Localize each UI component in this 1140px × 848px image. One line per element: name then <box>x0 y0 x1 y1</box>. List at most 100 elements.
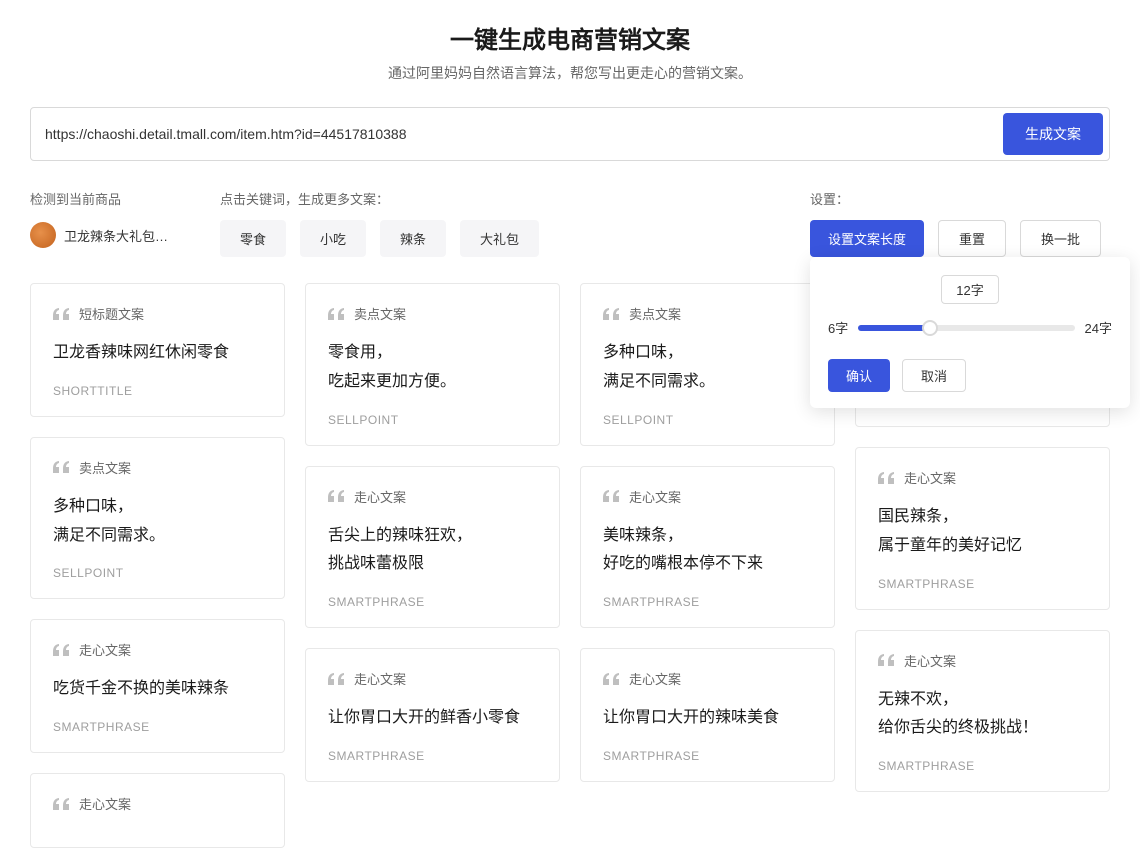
keyword-tag[interactable]: 小吃 <box>300 220 366 257</box>
keywords-section: 点击关键词，生成更多文案： 零食 小吃 辣条 大礼包 <box>220 189 770 257</box>
quote-icon <box>53 308 69 320</box>
card-header: 走心文案 <box>328 669 537 688</box>
card-body-text: 让你胃口大开的辣味美食 <box>603 704 812 733</box>
card-type-label: 走心文案 <box>354 669 406 688</box>
card-tag: SMARTPHRASE <box>53 720 262 734</box>
copy-card[interactable]: 走心文案让你胃口大开的辣味美食 SMARTPHRASE <box>580 648 835 782</box>
quote-icon <box>878 472 894 484</box>
card-body-text: 舌尖上的辣味狂欢， 挑战味蕾极限 <box>328 522 537 580</box>
slider-max-label: 24字 <box>1085 318 1112 337</box>
quote-icon <box>878 654 894 666</box>
quote-icon <box>603 490 619 502</box>
card-header: 走心文案 <box>878 468 1087 487</box>
card-tag: SMARTPHRASE <box>603 749 812 763</box>
card-header: 走心文案 <box>603 669 812 688</box>
keywords-label: 点击关键词，生成更多文案： <box>220 189 770 208</box>
card-header: 卖点文案 <box>603 304 812 323</box>
card-type-label: 走心文案 <box>629 487 681 506</box>
shuffle-button[interactable]: 换一批 <box>1020 220 1101 257</box>
keyword-tag[interactable]: 大礼包 <box>460 220 539 257</box>
card-type-label: 走心文案 <box>904 468 956 487</box>
set-length-button[interactable]: 设置文案长度 <box>810 220 924 257</box>
slider-thumb[interactable] <box>922 320 938 336</box>
quote-icon <box>53 644 69 656</box>
card-type-label: 卖点文案 <box>79 458 131 477</box>
card-type-label: 走心文案 <box>79 794 131 813</box>
card-type-label: 走心文案 <box>904 651 956 670</box>
copy-card[interactable]: 走心文案 <box>30 773 285 848</box>
quote-icon <box>53 798 69 810</box>
detected-label: 检测到当前商品 <box>30 189 180 208</box>
length-popover: 12字 6字 24字 确认 取消 <box>810 257 1130 408</box>
card-column: 短标题文案卫龙香辣味网红休闲零食 SHORTTITLE 卖点文案多种口味， 满足不同… <box>30 283 285 848</box>
quote-icon <box>328 308 344 320</box>
card-tag: SMARTPHRASE <box>328 595 537 609</box>
card-header: 卖点文案 <box>328 304 537 323</box>
slider-fill <box>858 325 929 331</box>
copy-card[interactable]: 短标题文案卫龙香辣味网红休闲零食 SHORTTITLE <box>30 283 285 417</box>
copy-card[interactable]: 走心文案美味辣条， 好吃的嘴根本停不下来 SMARTPHRASE <box>580 466 835 629</box>
card-type-label: 卖点文案 <box>354 304 406 323</box>
reset-button[interactable]: 重置 <box>938 220 1006 257</box>
card-tag: SELLPOINT <box>328 413 537 427</box>
card-tag: SELLPOINT <box>603 413 812 427</box>
card-column: 卖点文案多种口味， 满足不同需求。SELLPOINT走心文案美味辣条， 好吃的嘴… <box>580 283 835 782</box>
card-tag: SMARTPHRASE <box>878 577 1087 591</box>
card-header: 走心文案 <box>53 640 262 659</box>
product-name: 卫龙辣条大礼包小... <box>64 226 174 245</box>
quote-icon <box>328 673 344 685</box>
card-type-label: 卖点文案 <box>629 304 681 323</box>
page-title: 一键生成电商营销文案 <box>30 20 1110 55</box>
keyword-tag[interactable]: 零食 <box>220 220 286 257</box>
quote-icon <box>328 490 344 502</box>
card-column: 卖点文案零食用， 吃起来更加方便。SELLPOINT走心文案舌尖上的辣味狂欢， … <box>305 283 560 782</box>
card-tag: SMARTPHRASE <box>878 759 1087 773</box>
card-body-text: 国民辣条， 属于童年的美好记忆 <box>878 503 1087 561</box>
keyword-tag[interactable]: 辣条 <box>380 220 446 257</box>
popover-cancel-button[interactable]: 取消 <box>902 359 966 392</box>
settings-label: 设置： <box>810 189 849 208</box>
copy-card[interactable]: 卖点文案零食用， 吃起来更加方便。 SELLPOINT <box>305 283 560 446</box>
product-thumbnail <box>30 222 56 248</box>
card-body-text: 零食用， 吃起来更加方便。 <box>328 339 537 397</box>
url-input-bar: 生成文案 <box>30 107 1110 161</box>
length-slider[interactable] <box>858 325 1074 331</box>
copy-card[interactable]: 走心文案让你胃口大开的鲜香小零食 SMARTPHRASE <box>305 648 560 782</box>
card-body-text: 多种口味， 满足不同需求。 <box>53 493 262 551</box>
card-tag: SHORTTITLE <box>53 384 262 398</box>
card-type-label: 走心文案 <box>354 487 406 506</box>
card-tag: SMARTPHRASE <box>328 749 537 763</box>
card-body-text: 让你胃口大开的鲜香小零食 <box>328 704 537 733</box>
copy-card[interactable]: 卖点文案多种口味， 满足不同需求。 SELLPOINT <box>30 437 285 600</box>
card-tag: SELLPOINT <box>53 566 262 580</box>
card-header: 走心文案 <box>603 487 812 506</box>
page-header: 一键生成电商营销文案 通过阿里妈妈自然语言算法，帮您写出更走心的营销文案。 <box>30 20 1110 83</box>
copy-card[interactable]: 走心文案吃货千金不换的美味辣条 SMARTPHRASE <box>30 619 285 753</box>
card-body-text: 美味辣条， 好吃的嘴根本停不下来 <box>603 522 812 580</box>
slider-min-label: 6字 <box>828 318 848 337</box>
quote-icon <box>603 673 619 685</box>
card-header: 短标题文案 <box>53 304 262 323</box>
copy-card[interactable]: 走心文案舌尖上的辣味狂欢， 挑战味蕾极限 SMARTPHRASE <box>305 466 560 629</box>
generate-button[interactable]: 生成文案 <box>1003 113 1103 155</box>
card-body-text: 卫龙香辣味网红休闲零食 <box>53 339 262 368</box>
page-subtitle: 通过阿里妈妈自然语言算法，帮您写出更走心的营销文案。 <box>30 63 1110 83</box>
popover-confirm-button[interactable]: 确认 <box>828 359 890 392</box>
copy-card[interactable]: 走心文案国民辣条， 属于童年的美好记忆 SMARTPHRASE <box>855 447 1110 610</box>
url-input[interactable] <box>31 114 1003 154</box>
product-row[interactable]: 卫龙辣条大礼包小... <box>30 222 180 248</box>
card-tag: SMARTPHRASE <box>603 595 812 609</box>
card-header: 卖点文案 <box>53 458 262 477</box>
copy-card[interactable]: 卖点文案多种口味， 满足不同需求。 SELLPOINT <box>580 283 835 446</box>
quote-icon <box>53 461 69 473</box>
card-body-text: 多种口味， 满足不同需求。 <box>603 339 812 397</box>
card-type-label: 短标题文案 <box>79 304 144 323</box>
card-header: 走心文案 <box>878 651 1087 670</box>
card-body-text: 吃货千金不换的美味辣条 <box>53 675 262 704</box>
settings-section: 设置： 设置文案长度 重置 换一批 12字 6字 24字 <box>810 189 1110 257</box>
copy-card[interactable]: 走心文案无辣不欢， 给你舌尖的终极挑战！ SMARTPHRASE <box>855 630 1110 793</box>
quote-icon <box>603 308 619 320</box>
card-body-text: 无辣不欢， 给你舌尖的终极挑战！ <box>878 686 1087 744</box>
card-header: 走心文案 <box>53 794 262 813</box>
card-type-label: 走心文案 <box>79 640 131 659</box>
